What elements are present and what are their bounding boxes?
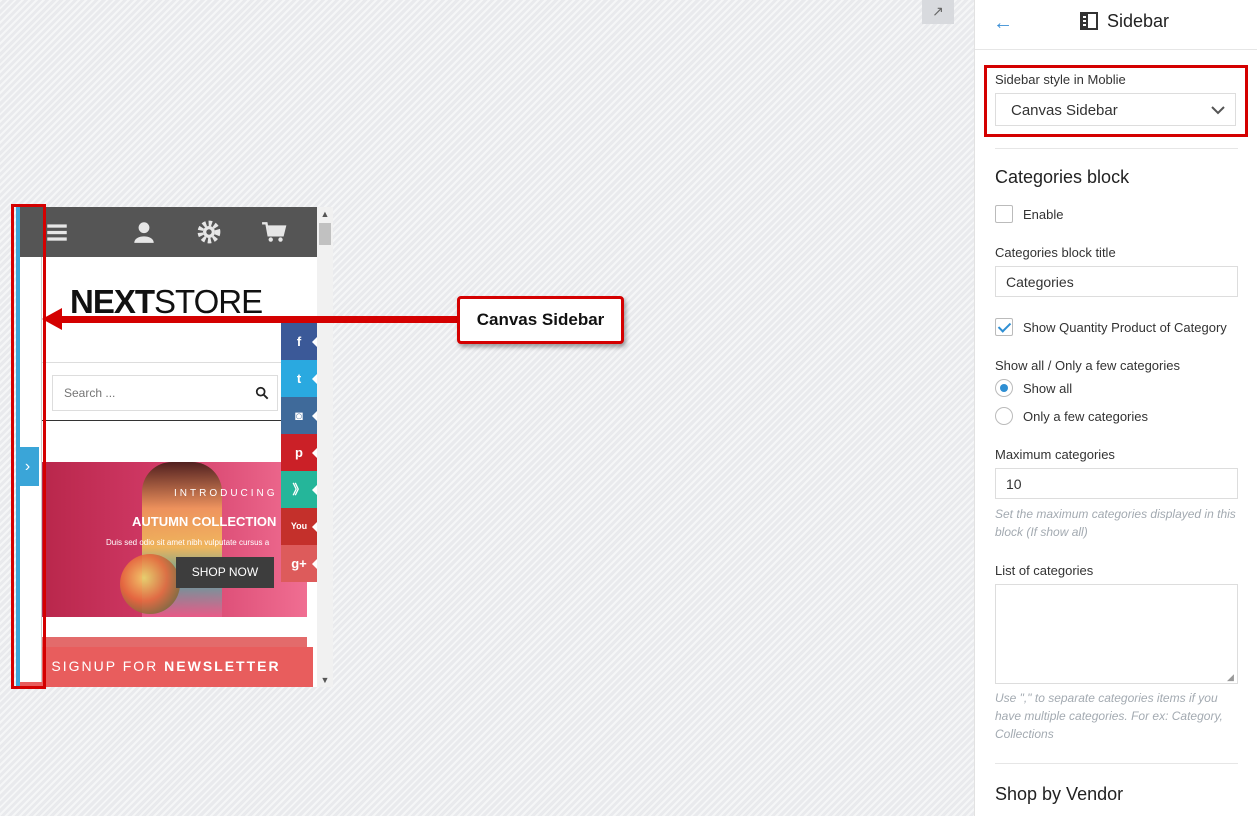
- highlight-canvas-sidebar: [11, 204, 46, 689]
- mobile-topbar: [16, 207, 317, 257]
- shop-by-vendor-heading: Shop by Vendor: [995, 784, 1124, 804]
- mobile-preview-frame: NEXTSTORE INTRODUCING AUTUMN COLLECTION …: [16, 207, 333, 687]
- google-plus-icon[interactable]: g+: [281, 545, 317, 582]
- social-sidebar: f t ◙ p 》 You g+: [281, 323, 317, 582]
- list-categories-label: List of categories: [995, 563, 1094, 578]
- preview-scrollbar[interactable]: ▲ ▼: [317, 207, 333, 687]
- scroll-up-icon[interactable]: ▲: [317, 207, 333, 221]
- instagram-icon[interactable]: ◙: [281, 397, 317, 434]
- panel-header: ← Sidebar: [975, 0, 1257, 50]
- list-categories-help: Use "," to separate categories items if …: [995, 691, 1223, 741]
- list-categories-textarea[interactable]: [995, 584, 1238, 684]
- max-categories-input[interactable]: [995, 468, 1238, 499]
- banner-title: AUTUMN COLLECTION: [132, 514, 277, 529]
- twitter-icon[interactable]: t: [281, 360, 317, 397]
- back-arrow-icon[interactable]: ←: [993, 12, 1013, 35]
- search-icon[interactable]: [255, 386, 269, 400]
- banner-intro: INTRODUCING: [174, 488, 278, 499]
- store-search: [52, 375, 278, 411]
- banner-description: Duis sed odio sit amet nibh vulputate cu…: [106, 538, 270, 547]
- scroll-down-icon[interactable]: ▼: [317, 673, 333, 687]
- annotation-arrow: [58, 316, 460, 323]
- enable-label: Enable: [1023, 207, 1064, 222]
- only-few-label: Only a few categories: [1023, 409, 1149, 424]
- facebook-icon[interactable]: f: [281, 323, 317, 360]
- shop-now-button[interactable]: SHOP NOW: [176, 557, 274, 588]
- customizer-panel: ← Sidebar Sidebar style in Moblie Canvas…: [974, 0, 1257, 816]
- highlight-sidebar-style: [984, 65, 1248, 137]
- sidebar-layout-icon: [1080, 12, 1098, 30]
- categories-block-heading: Categories block: [995, 167, 1130, 187]
- gear-icon[interactable]: [196, 219, 222, 245]
- user-icon[interactable]: [131, 219, 157, 245]
- store-search-input[interactable]: [53, 376, 243, 410]
- panel-title: Sidebar: [1107, 11, 1170, 31]
- categories-title-input[interactable]: [995, 266, 1238, 297]
- only-few-radio[interactable]: [995, 407, 1013, 425]
- show-all-radio[interactable]: [995, 379, 1013, 397]
- divider: [40, 362, 317, 363]
- show-mode-label: Show all / Only a few categories: [995, 358, 1180, 373]
- promo-banner[interactable]: INTRODUCING AUTUMN COLLECTION Duis sed o…: [24, 462, 307, 617]
- newsletter-edge: [24, 637, 307, 647]
- pinterest-icon[interactable]: p: [281, 434, 317, 471]
- show-all-label: Show all: [1023, 381, 1073, 396]
- banner-flowers-image: [120, 554, 180, 614]
- max-categories-label: Maximum categories: [995, 447, 1115, 462]
- expand-corner-button[interactable]: ↗: [922, 0, 954, 24]
- show-quantity-label: Show Quantity Product of Category: [1023, 320, 1227, 335]
- menu-icon[interactable]: [44, 219, 70, 245]
- youtube-icon[interactable]: You: [281, 508, 317, 545]
- max-categories-help: Set the maximum categories displayed in …: [995, 507, 1236, 539]
- annotation-arrow-head: [42, 308, 62, 330]
- scrollbar-thumb[interactable]: [319, 223, 331, 245]
- resize-grip-icon[interactable]: ◢: [1227, 672, 1234, 683]
- annotation-callout: Canvas Sidebar: [457, 296, 624, 344]
- show-quantity-checkbox[interactable]: [995, 318, 1013, 336]
- cart-icon[interactable]: [261, 219, 287, 245]
- categories-title-label: Categories block title: [995, 245, 1116, 260]
- rss-icon[interactable]: 》: [281, 471, 317, 508]
- enable-checkbox[interactable]: [995, 205, 1013, 223]
- divider: [995, 763, 1238, 764]
- newsletter-signup-bar[interactable]: SIGNUP FOR NEWSLETTER: [19, 647, 313, 687]
- divider: [995, 148, 1238, 149]
- divider: [40, 420, 317, 421]
